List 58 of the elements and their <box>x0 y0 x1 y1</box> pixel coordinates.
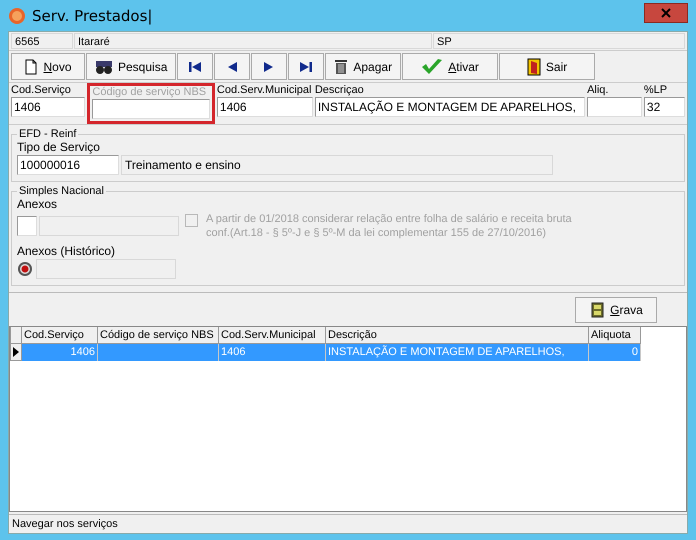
skip-back-icon <box>188 60 202 72</box>
search-button[interactable]: Pesquisa <box>86 53 176 80</box>
field-label: Cod.Serv.Municipal <box>216 84 312 97</box>
field-label: Anexos (Histórico) <box>17 244 116 259</box>
close-button[interactable] <box>644 2 688 22</box>
save-button[interactable]: Grava <box>575 297 657 323</box>
text-field[interactable]: INSTALAÇÃO E MONTAGEM DE APARELHOS, <box>314 97 586 117</box>
group-title: EFD - Reinf <box>18 128 78 140</box>
column-header[interactable]: Descrição <box>326 327 589 344</box>
filing-cabinet-icon <box>589 302 606 318</box>
checkbox-label: conf.(Art.18 - § 5º-J e § 5º-M da lei complementar 155 de 27/10/2016) <box>206 226 548 240</box>
text-field[interactable]: 1406 <box>11 97 86 117</box>
annex-code-field[interactable] <box>17 216 37 236</box>
group-title: Simples Nacional <box>18 185 105 197</box>
skip-forward-icon <box>299 60 314 72</box>
window-title: Serv. Prestados| <box>32 6 152 24</box>
prev-record-button[interactable] <box>214 53 250 80</box>
new-button[interactable]: Novo <box>11 53 85 80</box>
column-header[interactable]: Aliquota <box>589 327 641 344</box>
field-label: Código de serviço NBS <box>92 86 208 99</box>
next-record-button[interactable] <box>251 53 288 80</box>
text-field[interactable] <box>587 97 642 117</box>
record-button-icon[interactable] <box>17 261 33 277</box>
column-header[interactable]: Código de serviço NBS <box>98 327 219 344</box>
field-label: Tipo de Serviço <box>17 140 101 155</box>
column-header[interactable]: Cod.Serv.Municipal <box>219 327 326 344</box>
table-cell: 0 <box>589 344 641 361</box>
field-label: Anexos <box>17 197 58 212</box>
service-type-description-field: Treinamento e ensino <box>121 155 553 175</box>
text-field[interactable]: 1406 <box>216 97 313 117</box>
binoculars-icon <box>95 58 113 74</box>
table-cell: 1406 <box>219 344 326 361</box>
checkbox-label: A partir de 01/2018 considerar relação entre folha de salário e receita bruta <box>206 212 572 226</box>
activate-button[interactable]: Ativar <box>402 53 498 80</box>
delete-button[interactable]: Apagar <box>325 53 402 80</box>
table-cell: INSTALAÇÃO E MONTAGEM DE APARELHOS, <box>326 344 589 361</box>
first-record-button[interactable] <box>177 53 214 80</box>
city-field: Itararé <box>74 33 432 49</box>
column-header[interactable]: Cod.Serviço <box>22 327 98 344</box>
table-cell: 1406 <box>22 344 98 361</box>
trash-icon <box>334 58 348 75</box>
close-icon <box>661 8 671 18</box>
checkmark-icon <box>421 58 444 76</box>
field-label: Cod.Serviço <box>11 84 72 97</box>
field-label: Aliq. <box>587 84 610 97</box>
door-icon <box>526 58 541 76</box>
last-record-button[interactable] <box>288 53 324 80</box>
field-label: %LP <box>644 84 668 97</box>
exit-button[interactable]: Sair <box>499 53 596 80</box>
app-logo-icon <box>8 6 26 24</box>
service-type-code-field[interactable]: 100000016 <box>17 155 119 175</box>
row-pointer-icon <box>13 347 19 357</box>
code-field: 6565 <box>11 33 73 49</box>
state-field: SP <box>433 33 685 49</box>
text-field[interactable]: 32 <box>644 97 686 117</box>
document-icon <box>24 58 38 74</box>
field-label: Descriçao <box>314 84 365 97</box>
status-text: Navegar nos serviços <box>12 518 118 530</box>
